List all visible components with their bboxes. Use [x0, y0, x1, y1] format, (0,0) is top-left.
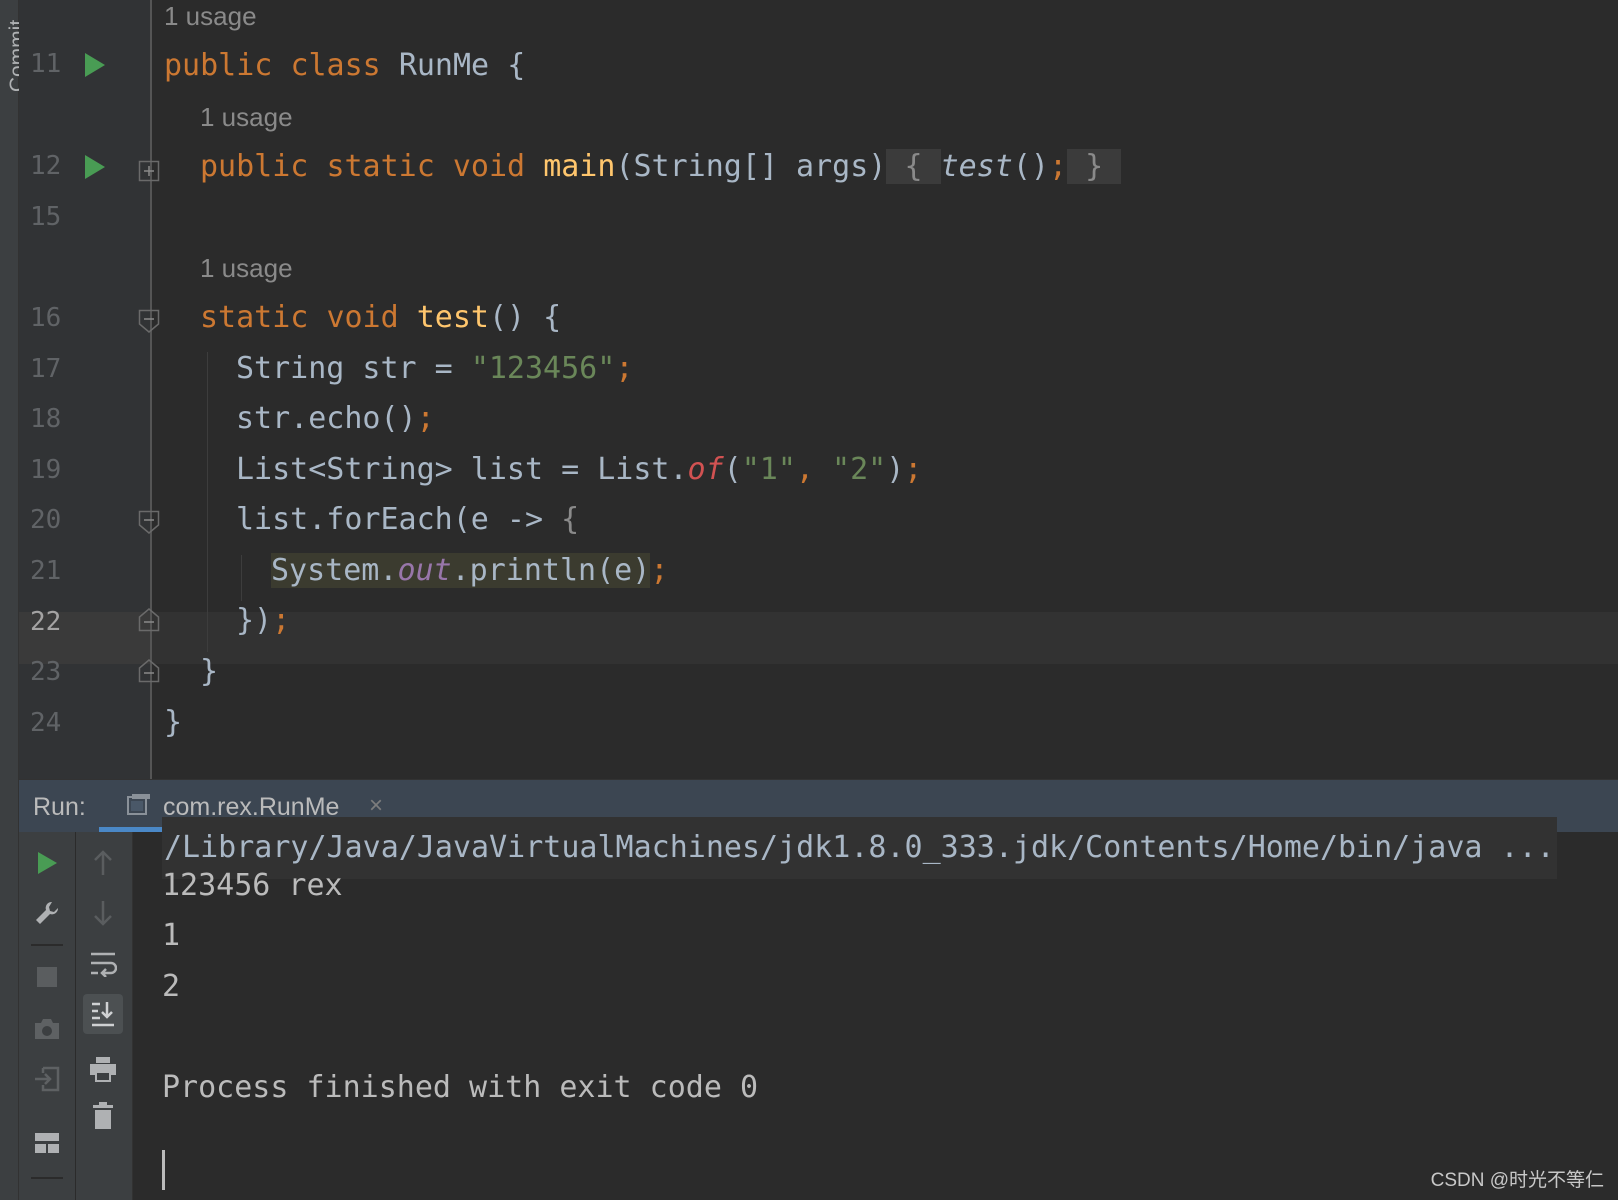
rerun-icon[interactable]: [27, 843, 67, 883]
left-tool-strip: Commit: [0, 0, 29, 1200]
line-number: 16: [30, 303, 62, 333]
console-output-line: 1: [162, 918, 181, 953]
code-line-24: }: [164, 705, 183, 740]
fold-expand-icon[interactable]: [138, 160, 160, 182]
run-toolbar-primary: [19, 832, 75, 1200]
run-class-icon[interactable]: [85, 53, 105, 77]
code-line-23: }: [200, 654, 219, 689]
console-caret: [162, 1150, 165, 1190]
camera-icon[interactable]: [27, 1009, 67, 1049]
line-number: 23: [30, 657, 62, 687]
code-line-18: str.echo();: [236, 401, 435, 436]
console-exit-message: Process finished with exit code 0: [162, 1070, 759, 1105]
code-editor[interactable]: 11 12 15 16 17 18 19 20 21 22 23 24 1 us…: [19, 0, 1618, 779]
indent-guide: [207, 352, 208, 652]
toolbar-separator: [31, 944, 63, 946]
code-line-19: List<String> list = List.of("1", "2");: [236, 452, 923, 487]
usage-hint[interactable]: 1 usage: [200, 253, 293, 284]
line-number: 20: [30, 505, 62, 535]
line-number: 24: [30, 708, 62, 738]
stop-icon[interactable]: [27, 957, 67, 997]
console-command-line: /Library/Java/JavaVirtualMachines/jdk1.8…: [162, 817, 1557, 879]
code-line-22: });: [236, 603, 291, 638]
fold-end-icon[interactable]: [138, 606, 160, 632]
run-label: Run:: [33, 793, 86, 821]
code-line-16: static void test() {: [200, 300, 562, 335]
fold-collapse-icon[interactable]: [138, 510, 160, 534]
print-icon[interactable]: [83, 1049, 123, 1089]
line-number: 11: [30, 49, 62, 79]
run-main-icon[interactable]: [85, 155, 105, 179]
fold-collapse-icon[interactable]: [138, 309, 160, 333]
code-line-20: list.forEach(e -> {: [236, 502, 580, 537]
toolbar-separator: [31, 1177, 63, 1179]
wrench-icon[interactable]: [27, 893, 67, 933]
watermark: CSDN @时光不等仁: [1430, 1170, 1604, 1191]
run-console[interactable]: /Library/Java/JavaVirtualMachines/jdk1.8…: [19, 817, 1618, 1200]
login-icon[interactable]: [27, 1059, 67, 1099]
console-icon: [127, 794, 150, 815]
code-line-11: public class RunMe {: [164, 48, 526, 83]
trash-icon[interactable]: [83, 1096, 123, 1136]
close-tab-icon[interactable]: ×: [369, 792, 383, 820]
console-output-line: 123456 rex: [162, 868, 343, 903]
console-output-line: 2: [162, 969, 181, 1004]
soft-wrap-icon[interactable]: [83, 944, 123, 984]
line-number: 15: [30, 202, 62, 232]
code-line-21: System.out.println(e);: [271, 553, 669, 588]
line-number: 12: [30, 151, 62, 181]
line-number: 18: [30, 404, 62, 434]
indent-guide: [241, 555, 242, 601]
run-toolbar-secondary: [76, 832, 133, 1200]
line-number: 17: [30, 354, 62, 384]
usage-hint[interactable]: 1 usage: [200, 102, 293, 133]
usage-hint[interactable]: 1 usage: [164, 1, 257, 32]
line-number: 21: [30, 556, 62, 586]
line-number: 19: [30, 455, 62, 485]
up-arrow-icon[interactable]: [83, 843, 123, 883]
down-arrow-icon[interactable]: [83, 893, 123, 933]
fold-end-icon[interactable]: [138, 657, 160, 683]
layout-icon[interactable]: [27, 1123, 67, 1163]
line-number-current: 22: [30, 607, 62, 637]
scroll-to-end-icon[interactable]: [83, 994, 123, 1034]
code-line-12: public static void main(String[] args) {…: [200, 147, 1122, 187]
code-line-17: String str = "123456";: [236, 351, 634, 386]
